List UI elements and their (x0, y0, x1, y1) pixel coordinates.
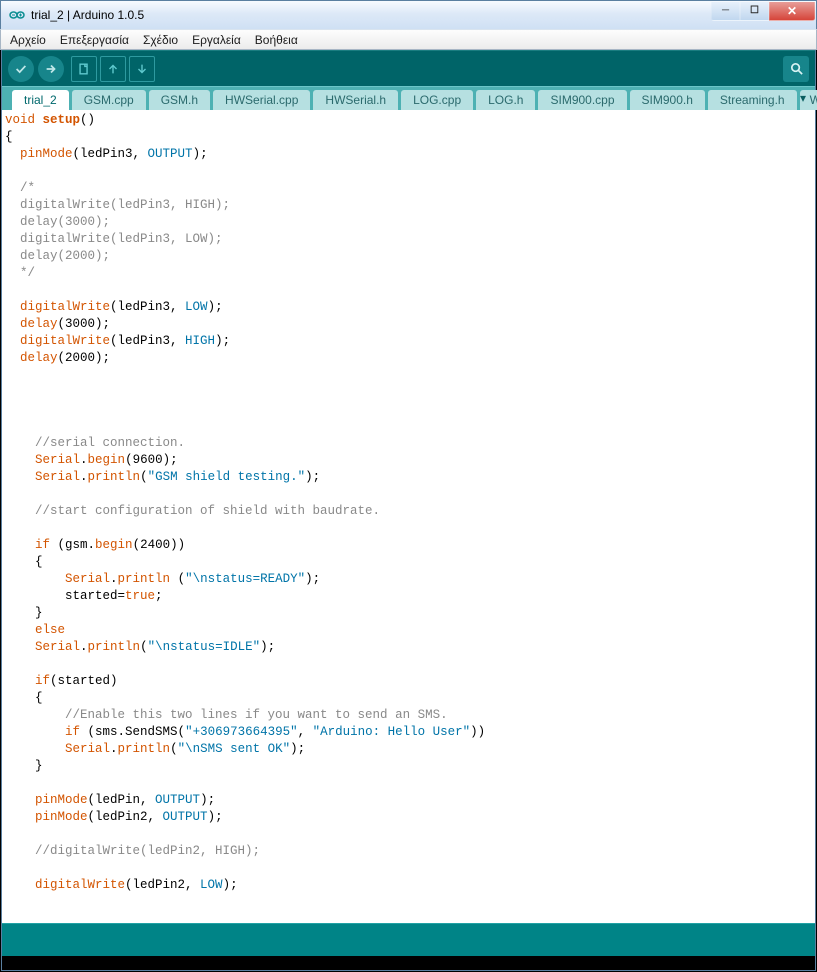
frame: trial_2 GSM.cpp GSM.h HWSerial.cpp HWSer… (1, 50, 816, 971)
status-bar (2, 923, 815, 956)
tabstrip: trial_2 GSM.cpp GSM.h HWSerial.cpp HWSer… (2, 86, 815, 110)
tab-hwserial-cpp[interactable]: HWSerial.cpp (213, 90, 310, 110)
tab-gsm-h[interactable]: GSM.h (149, 90, 210, 110)
tab-streaming-h[interactable]: Streaming.h (708, 90, 797, 110)
titlebar: trial_2 | Arduino 1.0.5 ─ ☐ ✕ (0, 0, 817, 29)
editor-scroll[interactable]: void setup() { pinMode(ledPin3, OUTPUT);… (2, 110, 815, 923)
tab-log-cpp[interactable]: LOG.cpp (401, 90, 473, 110)
tab-sim900-cpp[interactable]: SIM900.cpp (538, 90, 626, 110)
serial-monitor-button[interactable] (783, 56, 809, 82)
window-title: trial_2 | Arduino 1.0.5 (31, 8, 711, 22)
open-sketch-button[interactable] (100, 56, 126, 82)
tab-log-h[interactable]: LOG.h (476, 90, 535, 110)
app-icon (9, 7, 25, 23)
upload-button[interactable] (38, 56, 64, 82)
minimize-button[interactable]: ─ (711, 2, 740, 21)
menubar: Αρχείο Επεξεργασία Σχέδιο Εργαλεία Βοήθε… (0, 29, 817, 50)
code[interactable]: void setup() { pinMode(ledPin3, OUTPUT);… (2, 110, 815, 898)
tab-overflow-menu[interactable]: ▾ (795, 90, 811, 106)
verify-button[interactable] (8, 56, 34, 82)
maximize-button[interactable]: ☐ (740, 2, 769, 21)
menu-edit[interactable]: Επεξεργασία (53, 31, 136, 49)
menu-sketch[interactable]: Σχέδιο (136, 31, 185, 49)
tab-trial-2[interactable]: trial_2 (12, 90, 69, 110)
menu-tools[interactable]: Εργαλεία (185, 31, 248, 49)
window-buttons: ─ ☐ ✕ (711, 2, 815, 22)
menu-file[interactable]: Αρχείο (3, 31, 53, 49)
menu-help[interactable]: Βοήθεια (248, 31, 305, 49)
editor: void setup() { pinMode(ledPin3, OUTPUT);… (2, 110, 815, 923)
tab-hwserial-h[interactable]: HWSerial.h (313, 90, 398, 110)
new-sketch-button[interactable] (71, 56, 97, 82)
close-button[interactable]: ✕ (769, 2, 815, 21)
tab-gsm-cpp[interactable]: GSM.cpp (72, 90, 146, 110)
save-sketch-button[interactable] (129, 56, 155, 82)
toolbar (2, 50, 815, 86)
tab-sim900-h[interactable]: SIM900.h (630, 90, 705, 110)
console (2, 956, 815, 970)
